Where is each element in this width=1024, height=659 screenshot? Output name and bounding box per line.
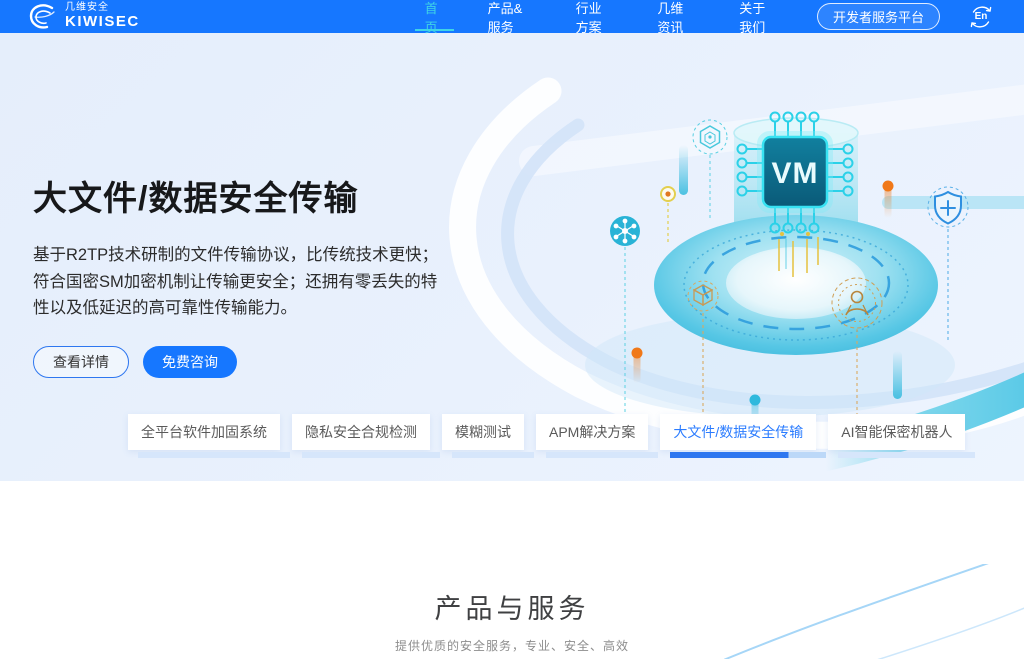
tab-underline xyxy=(546,452,658,458)
hero-title: 大文件/数据安全传输 xyxy=(33,171,453,220)
free-consult-button[interactable]: 免费咨询 xyxy=(143,346,237,378)
tab-apm-solution[interactable]: APM解决方案 xyxy=(536,414,648,458)
shield-plus-icon xyxy=(928,187,968,227)
nav-item-products-services[interactable]: 产品&服务 xyxy=(488,0,532,33)
page: 几维安全 KIWISEC 首页 产品&服务 行业方案 几维资讯 关于我们 开发者… xyxy=(0,0,1024,659)
tab-underline xyxy=(838,452,975,458)
tab-label: 全平台软件加固系统 xyxy=(128,414,280,450)
vm-chip-label: VM xyxy=(772,157,819,190)
data-stream-lines xyxy=(779,237,818,277)
tab-underline xyxy=(452,452,534,458)
pin-accent-yellow-1 xyxy=(780,232,784,236)
pins-top xyxy=(771,113,819,138)
vm-chip-icon: VM xyxy=(760,134,830,210)
light-diagonal-band xyxy=(534,97,1024,161)
orbit-band-outer xyxy=(463,91,1024,435)
product-tab-row: 全平台软件加固系统 隐私安全合规检测 模糊测试 APM解决方案 大文件/数据安全… xyxy=(128,414,965,458)
brand-logo[interactable]: 几维安全 KIWISEC xyxy=(28,3,140,31)
pins-right xyxy=(827,145,853,196)
tab-underline xyxy=(670,452,826,458)
disc-dashed-ring xyxy=(703,237,889,329)
disc-dotted-ring xyxy=(684,230,908,340)
hero-section: VM xyxy=(0,33,1024,481)
view-details-button[interactable]: 查看详情 xyxy=(33,346,129,378)
molecule-icon xyxy=(610,216,640,246)
main-nav: 首页 产品&服务 行业方案 几维资讯 关于我们 xyxy=(425,0,777,33)
tab-underline xyxy=(302,452,440,458)
cube-icon xyxy=(688,281,718,311)
hero-copy: 大文件/数据安全传输 基于R2TP技术研制的文件传输协议，比传统技术更快；符合国… xyxy=(33,171,453,378)
user-badge-icon xyxy=(832,278,882,328)
pin-accent-yellow-2 xyxy=(806,232,810,236)
tab-label: APM解决方案 xyxy=(536,414,648,450)
teal-bar-right xyxy=(893,351,902,399)
products-section: 产品与服务 提供优质的安全服务，专业、安全、高效 xyxy=(0,481,1024,659)
cyan-horizontal-band xyxy=(882,196,1024,209)
hero-buttons: 查看详情 免费咨询 xyxy=(33,346,453,378)
corner-arc-decoration xyxy=(724,564,1024,659)
nav-item-about-us[interactable]: 关于我们 xyxy=(739,0,777,33)
tab-app-hardening[interactable]: 全平台软件加固系统 xyxy=(128,414,280,458)
top-navbar: 几维安全 KIWISEC 首页 产品&服务 行业方案 几维资讯 关于我们 开发者… xyxy=(0,0,1024,33)
brand-name: 几维安全 KIWISEC xyxy=(65,3,140,29)
cylinder-body xyxy=(734,133,858,261)
ground-ellipse xyxy=(585,313,955,417)
hexagon-network-icon xyxy=(693,120,727,154)
hero-description: 基于R2TP技术研制的文件传输协议，比传统技术更快；符合国密SM加密机制让传输更… xyxy=(33,242,453,322)
tab-fuzz-testing[interactable]: 模糊测试 xyxy=(442,414,524,458)
tab-underline xyxy=(138,452,290,458)
orbit-band-inner xyxy=(508,125,1024,403)
disc-outer xyxy=(654,215,938,355)
tab-label: 大文件/数据安全传输 xyxy=(660,414,816,450)
tab-label: 模糊测试 xyxy=(442,414,524,450)
dashed-guides xyxy=(625,155,948,448)
target-dot-icon xyxy=(661,187,675,201)
teal-bar-left xyxy=(679,145,688,195)
nav-item-home[interactable]: 首页 xyxy=(425,0,444,33)
tab-label: 隐私安全合规检测 xyxy=(292,414,430,450)
developer-platform-button[interactable]: 开发者服务平台 xyxy=(817,3,940,30)
nav-item-industry-solutions[interactable]: 行业方案 xyxy=(576,0,614,33)
disc-inner xyxy=(726,247,866,319)
cylinder-top xyxy=(734,118,858,148)
tab-ai-security-robot[interactable]: AI智能保密机器人 xyxy=(828,414,965,458)
tab-label: AI智能保密机器人 xyxy=(828,414,965,450)
pins-left xyxy=(738,145,764,196)
brand-name-en: KIWISEC xyxy=(65,14,140,30)
tab-secure-file-transfer[interactable]: 大文件/数据安全传输 xyxy=(660,414,816,458)
cylinder-glow xyxy=(741,237,851,261)
pins-bottom xyxy=(771,207,819,233)
accent-dots xyxy=(632,181,903,431)
language-switch-button[interactable]: En xyxy=(966,2,996,32)
nav-item-news[interactable]: 几维资讯 xyxy=(657,0,695,33)
chip-pins xyxy=(738,113,853,233)
kiwi-bird-icon xyxy=(28,3,58,31)
language-label: En xyxy=(975,11,988,22)
tab-privacy-compliance[interactable]: 隐私安全合规检测 xyxy=(292,414,430,458)
